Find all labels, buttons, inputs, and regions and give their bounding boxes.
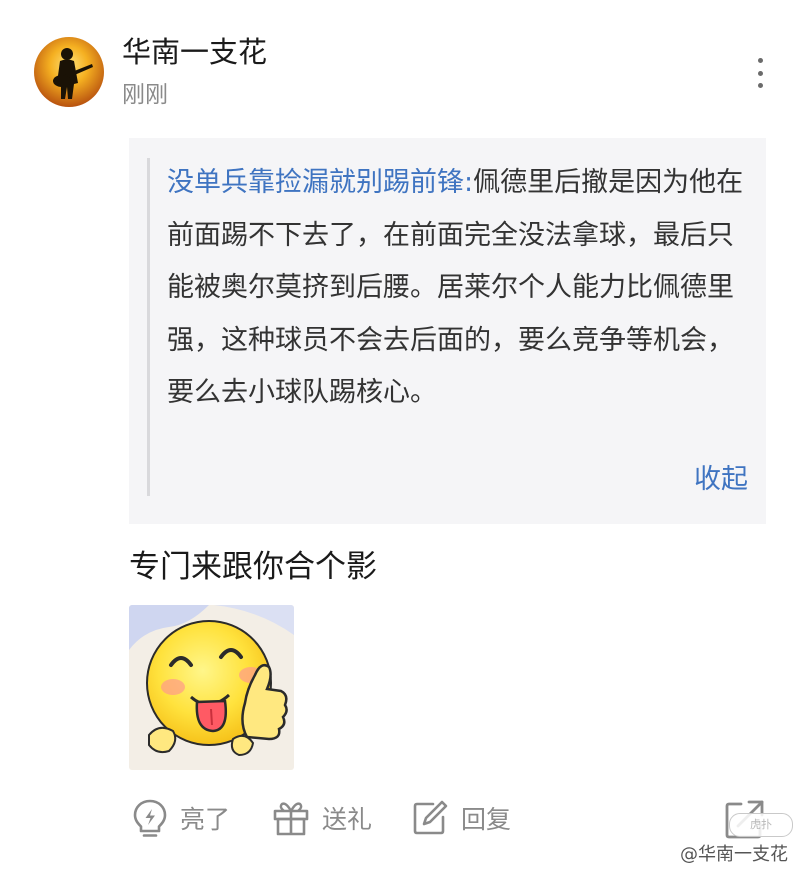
edit-icon: [413, 800, 448, 835]
like-button[interactable]: 亮了: [132, 796, 230, 840]
gift-icon: [273, 802, 309, 836]
reply-text: 专门来跟你合个影: [129, 549, 377, 585]
quote-text: 没单兵靠捡漏就别踢前锋:佩德里后撤是因为他在前面踢不下去了，在前面完全没法拿球，…: [167, 157, 757, 420]
timestamp: 刚刚: [122, 82, 168, 108]
avatar[interactable]: [34, 37, 104, 107]
more-dot: [757, 70, 763, 76]
collapse-button[interactable]: 收起: [694, 460, 748, 500]
avatar-image: [34, 37, 104, 107]
quote-content: 佩德里后撤是因为他在前面踢不下去了，在前面完全没法拿球，最后只能被奥尔莫挤到后腰…: [167, 167, 744, 408]
more-dot: [757, 58, 763, 63]
sticker-image[interactable]: [129, 605, 294, 770]
more-options-icon[interactable]: [745, 54, 775, 92]
username[interactable]: 华南一支花: [122, 32, 267, 72]
reply-label: 回复: [461, 805, 512, 834]
smiley-sticker: [129, 605, 294, 770]
more-dot: [757, 83, 763, 88]
gift-label: 送礼: [322, 805, 373, 834]
watermark-text: @华南一支花: [680, 844, 788, 865]
gift-button[interactable]: 送礼: [272, 796, 372, 840]
reply-button[interactable]: 回复: [411, 796, 511, 840]
watermark-badge: 虎扑: [729, 813, 793, 837]
quoted-comment: 没单兵靠捡漏就别踢前锋:佩德里后撤是因为他在前面踢不下去了，在前面完全没法拿球，…: [129, 138, 766, 524]
like-label: 亮了: [180, 805, 231, 834]
lightbulb-icon: [133, 799, 167, 837]
quote-author[interactable]: 没单兵靠捡漏就别踢前锋:: [167, 167, 473, 198]
quote-bar: [147, 158, 150, 496]
